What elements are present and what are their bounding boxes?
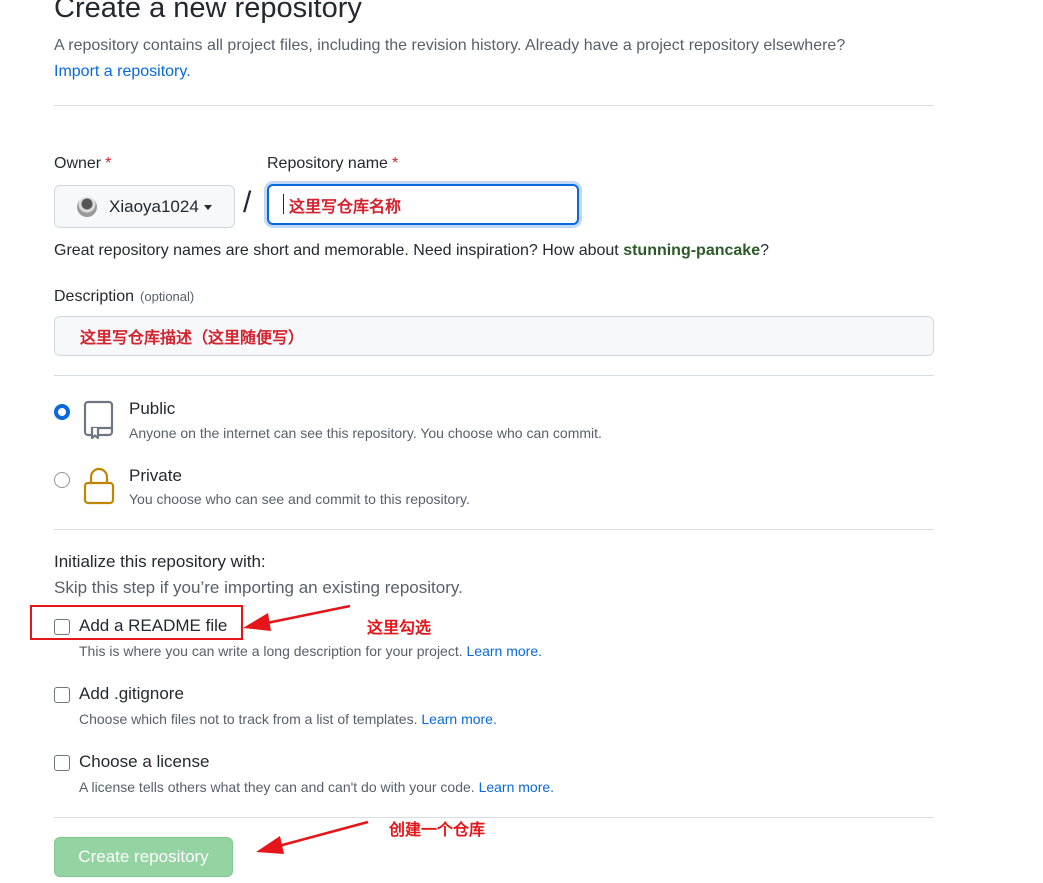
arrow-icon: [256, 820, 369, 854]
new-repository-page: Create a new repository A repository con…: [0, 0, 1043, 883]
annotation-arrows: [243, 604, 369, 854]
arrow-icon: [243, 604, 351, 631]
